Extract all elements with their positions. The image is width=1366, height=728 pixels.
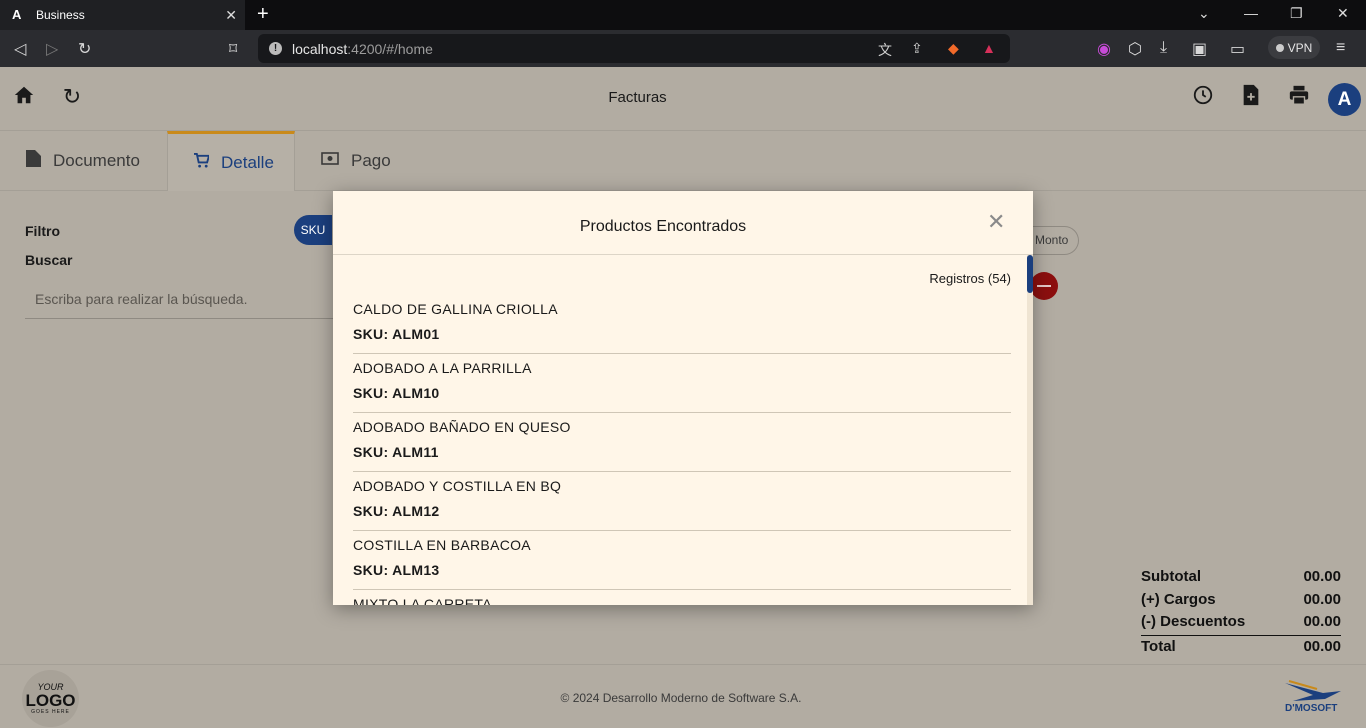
app-header: ↻ Facturas A (0, 67, 1366, 131)
cart-icon (194, 152, 211, 173)
tab-detalle[interactable]: Detalle (167, 131, 295, 191)
info-icon[interactable]: ! (269, 42, 282, 55)
tab-label: Documento (53, 151, 140, 170)
scrollbar-thumb[interactable] (1027, 255, 1033, 293)
search-input[interactable] (25, 279, 335, 319)
browser-tab-title: Business (36, 8, 85, 22)
menu-icon[interactable]: ≡ (1336, 39, 1345, 57)
cargos-row: (+) Cargos 00.00 (1141, 589, 1341, 612)
close-tab-icon[interactable]: ✕ (225, 7, 237, 24)
cargos-value: 00.00 (1303, 590, 1341, 608)
download-icon[interactable]: ⤓ (1160, 39, 1167, 57)
results-list: CALDO DE GALLINA CRIOLLA SKU: ALM01 ADOB… (353, 295, 1011, 605)
wallet-icon[interactable]: ▭ (1230, 39, 1245, 59)
list-item[interactable]: ADOBADO Y COSTILLA EN BQ SKU: ALM12 (353, 472, 1011, 531)
brave-rewards-icon[interactable]: ▲ (982, 40, 996, 56)
document-icon (26, 150, 41, 172)
product-name: MIXTO LA CARRETA (353, 596, 492, 605)
copyright-text: © 2024 Desarrollo Moderno de Software S.… (560, 691, 802, 705)
tab-list-icon[interactable]: ⌄ (1198, 5, 1210, 22)
translate-icon[interactable]: 文 (878, 40, 892, 60)
print-icon[interactable] (1286, 84, 1312, 110)
reload-icon[interactable]: ↻ (78, 39, 91, 59)
history-icon[interactable] (1190, 84, 1216, 110)
list-item[interactable]: COSTILLA EN BARBACOA SKU: ALM13 (353, 531, 1011, 590)
product-name: ADOBADO A LA PARRILLA (353, 360, 532, 376)
total-label: Total (1141, 637, 1176, 655)
restore-icon[interactable]: ❐ (1290, 5, 1303, 22)
browser-tabbar: A Business ✕ + ⌄ — ❐ ✕ (0, 0, 1366, 30)
vpn-label: VPN (1287, 40, 1313, 55)
modal-header: Productos Encontrados ✕ (333, 191, 1033, 255)
modal-scrollbar[interactable] (1027, 255, 1033, 605)
descuentos-row: (-) Descuentos 00.00 (1141, 611, 1341, 634)
product-sku: SKU: ALM13 (353, 562, 440, 578)
list-item[interactable]: ADOBADO BAÑADO EN QUESO SKU: ALM11 (353, 413, 1011, 472)
new-document-icon[interactable] (1238, 84, 1264, 110)
descuentos-label: (-) Descuentos (1141, 613, 1246, 630)
tab-pago[interactable]: Pago (295, 131, 415, 191)
product-sku: SKU: ALM10 (353, 385, 440, 401)
tab-label: Pago (351, 151, 391, 170)
product-sku: SKU: ALM01 (353, 326, 440, 342)
total-row: Total 00.00 (1141, 634, 1341, 658)
brand-text: D'MOSOFT (1285, 703, 1338, 714)
plane-icon (1285, 680, 1341, 701)
tab-label: Detalle (221, 152, 274, 172)
browser-toolbar: ◁ ▷ ↻ ⌑ ! localhost:4200/#/home 文 ⇪ ◆ ▲ … (0, 30, 1366, 67)
product-name: ADOBADO Y COSTILLA EN BQ (353, 478, 562, 494)
descuentos-value: 00.00 (1303, 613, 1341, 630)
tab-documento[interactable]: Documento (0, 131, 168, 191)
brand-logo: D'MOSOFT (1283, 679, 1343, 719)
total-value: 00.00 (1303, 637, 1341, 655)
url-host: localhost (292, 41, 348, 57)
product-sku: SKU: ALM11 (353, 444, 439, 460)
bookmark-icon[interactable]: ⌑ (229, 39, 237, 59)
browser-tab[interactable]: A Business ✕ (0, 0, 245, 30)
remove-button[interactable] (1030, 272, 1058, 300)
back-icon[interactable]: ◁ (14, 39, 26, 59)
url-text[interactable]: localhost:4200/#/home (292, 41, 433, 57)
close-window-icon[interactable]: ✕ (1337, 5, 1349, 22)
address-bar[interactable]: ! localhost:4200/#/home 文 ⇪ ◆ ▲ (258, 34, 1010, 63)
sidebar-icon[interactable]: ▣ (1192, 39, 1207, 59)
vpn-status-icon (1275, 43, 1284, 52)
minimize-icon[interactable]: — (1244, 5, 1258, 21)
page-title: Facturas (608, 89, 667, 106)
buscar-label: Buscar (25, 252, 73, 268)
sku-filter-chip[interactable]: SKU (294, 215, 332, 245)
product-sku: SKU: ALM12 (353, 503, 440, 519)
avatar[interactable]: A (1328, 83, 1361, 116)
cargos-label: (+) Cargos (1141, 590, 1216, 608)
subtotal-row: Subtotal 00.00 (1141, 566, 1341, 589)
money-icon (321, 152, 339, 170)
list-item[interactable]: ADOBADO A LA PARRILLA SKU: ALM10 (353, 354, 1011, 413)
logo-line3: GOES HERE (31, 708, 70, 715)
leo-icon[interactable]: ◉ (1097, 39, 1111, 59)
new-tab-icon[interactable]: + (257, 4, 269, 24)
product-name: CALDO DE GALLINA CRIOLLA (353, 301, 558, 317)
monto-filter-chip[interactable]: Monto (1033, 226, 1079, 255)
tab-bar: Documento Detalle Pago (0, 131, 1366, 191)
angular-icon: A (12, 7, 22, 22)
list-item[interactable]: MIXTO LA CARRETA (353, 590, 1011, 605)
footer: YOUR LOGO GOES HERE © 2024 Desarrollo Mo… (0, 664, 1366, 728)
url-path: :4200/#/home (347, 41, 433, 57)
share-icon[interactable]: ⇪ (911, 40, 923, 57)
products-modal: Productos Encontrados ✕ Registros (54) C… (333, 191, 1033, 605)
subtotal-value: 00.00 (1303, 568, 1341, 585)
records-count: Registros (54) (929, 271, 1011, 286)
close-icon[interactable]: ✕ (987, 211, 1005, 233)
product-name: COSTILLA EN BARBACOA (353, 537, 531, 553)
forward-icon[interactable]: ▷ (46, 39, 58, 59)
list-item[interactable]: CALDO DE GALLINA CRIOLLA SKU: ALM01 (353, 295, 1011, 354)
filtro-label: Filtro (25, 223, 60, 239)
totals-panel: Subtotal 00.00 (+) Cargos 00.00 (-) Desc… (1141, 566, 1341, 657)
extensions-icon[interactable]: ⬡ (1128, 39, 1142, 59)
product-name: ADOBADO BAÑADO EN QUESO (353, 419, 571, 435)
brave-shield-icon[interactable]: ◆ (948, 40, 959, 57)
modal-title: Productos Encontrados (579, 218, 747, 235)
vpn-button[interactable]: VPN (1268, 36, 1320, 59)
subtotal-label: Subtotal (1141, 568, 1201, 585)
